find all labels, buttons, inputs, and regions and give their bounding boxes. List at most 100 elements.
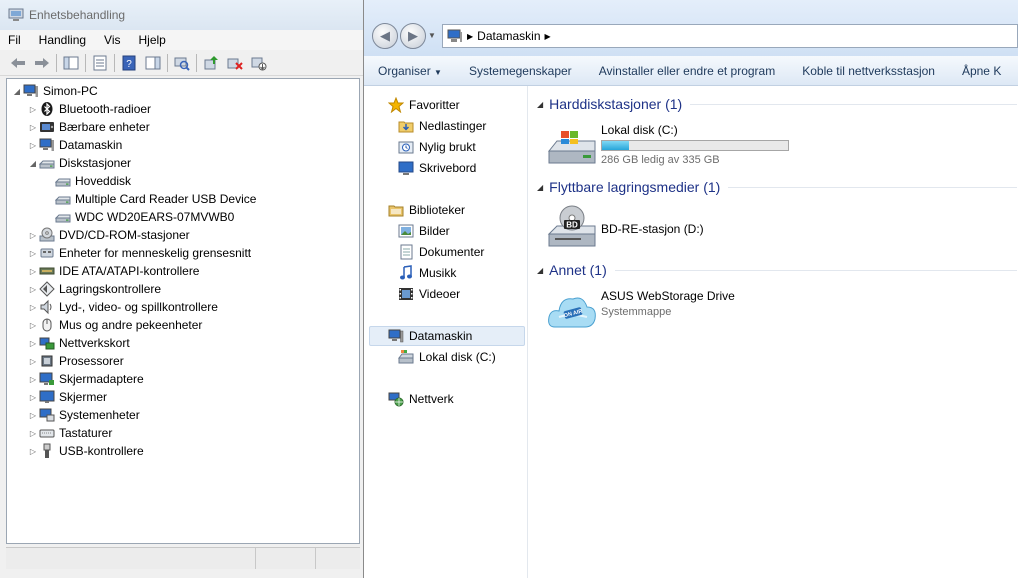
collapsed-arrow-icon[interactable]: ▷	[27, 267, 39, 276]
open-control-panel-button[interactable]: Åpne K	[962, 64, 1001, 78]
tree-category[interactable]: ▷ Lagringskontrollere	[7, 280, 359, 298]
disable-device-button[interactable]	[249, 53, 269, 73]
breadcrumb-separator-icon[interactable]: ▶	[467, 32, 473, 41]
nav-music[interactable]: Musikk	[398, 263, 456, 283]
system-properties-button[interactable]: Systemegenskaper	[469, 64, 572, 78]
drive-item-asus-webstorage[interactable]: ON AIR ASUS WebStorage Drive Systemmappe	[547, 287, 735, 335]
collapsed-arrow-icon[interactable]: ▷	[27, 303, 39, 312]
menu-view[interactable]: Vis	[104, 33, 120, 47]
nav-downloads[interactable]: Nedlastinger	[398, 116, 486, 136]
forward-arrow-icon: ▶	[408, 28, 418, 43]
expanded-arrow-icon[interactable]: ◢	[27, 159, 39, 168]
tree-category[interactable]: ▷ Skjermer	[7, 388, 359, 406]
tree-label: Datamaskin	[59, 138, 123, 152]
uninstall-device-button[interactable]	[225, 53, 245, 73]
address-area: ◀ ▶ ▼ ▶ Datamaskin ▶	[364, 0, 1018, 56]
collapsed-arrow-icon[interactable]: ▷	[27, 447, 39, 456]
tree-category[interactable]: ▷ Skjermadaptere	[7, 370, 359, 388]
network-globe-icon	[388, 391, 404, 407]
drive-item-bd-re[interactable]: BD BD-RE-stasjon (D:)	[547, 204, 704, 252]
organize-label: Organiser	[378, 63, 431, 78]
breadcrumb-computer[interactable]: Datamaskin	[477, 29, 540, 43]
nav-libraries[interactable]: Biblioteker	[388, 200, 465, 220]
nav-documents[interactable]: Dokumenter	[398, 242, 484, 262]
tree-device[interactable]: Multiple Card Reader USB Device	[7, 190, 359, 208]
collapsed-arrow-icon[interactable]: ▷	[27, 429, 39, 438]
properties-icon	[93, 55, 107, 70]
group-collapse-icon: ◢	[537, 99, 544, 109]
tree-device[interactable]: WDC WD20EARS-07MVWB0	[7, 208, 359, 226]
recent-pages-dropdown-icon[interactable]: ▼	[428, 31, 436, 40]
collapsed-arrow-icon[interactable]: ▷	[27, 321, 39, 330]
tree-root[interactable]: ◢ Simon-PC	[7, 82, 359, 100]
breadcrumb-separator-icon[interactable]: ▶	[545, 32, 551, 41]
update-driver-button[interactable]	[201, 53, 221, 73]
back-arrow-icon	[11, 57, 25, 68]
tree-category[interactable]: ▷ Lyd-, video- og spillkontrollere	[7, 298, 359, 316]
nav-local-disk[interactable]: Lokal disk (C:)	[398, 347, 496, 367]
tree-label: Systemenheter	[59, 408, 140, 422]
forward-button[interactable]	[32, 53, 52, 73]
collapsed-arrow-icon[interactable]: ▷	[27, 411, 39, 420]
collapsed-arrow-icon[interactable]: ▷	[27, 123, 39, 132]
help-button[interactable]: ?	[119, 53, 139, 73]
system-device-icon	[39, 407, 55, 423]
organize-button[interactable]: Organiser ▼	[378, 64, 442, 78]
collapsed-arrow-icon[interactable]: ▷	[27, 393, 39, 402]
tree-category[interactable]: ▷ Bærbare enheter	[7, 118, 359, 136]
map-network-drive-button[interactable]: Koble til nettverksstasjon	[802, 64, 935, 78]
documents-icon	[398, 244, 414, 260]
content-pane: ◢ Harddiskstasjoner (1) Lokal disk (C:) …	[529, 86, 1018, 578]
group-header-removable[interactable]: ◢ Flyttbare lagringsmedier (1)	[537, 179, 1017, 195]
device-tree[interactable]: ◢ Simon-PC ▷ Bluetooth-radioer ▷ Bærbare enhe…	[6, 78, 360, 544]
nav-network[interactable]: Nettverk	[388, 389, 454, 409]
nav-pictures[interactable]: Bilder	[398, 221, 450, 241]
back-button[interactable]	[8, 53, 28, 73]
menu-file[interactable]: Fil	[8, 33, 21, 47]
expanded-arrow-icon[interactable]: ◢	[11, 87, 23, 96]
nav-computer[interactable]: Datamaskin	[388, 326, 472, 346]
collapsed-arrow-icon[interactable]: ▷	[27, 285, 39, 294]
tree-device[interactable]: Hoveddisk	[7, 172, 359, 190]
tree-category[interactable]: ▷ Mus og andre pekeenheter	[7, 316, 359, 334]
tree-category[interactable]: ▷ Bluetooth-radioer	[7, 100, 359, 118]
nav-videos[interactable]: Videoer	[398, 284, 460, 304]
tree-category[interactable]: ▷ USB-kontrollere	[7, 442, 359, 460]
tree-category[interactable]: ▷ Systemenheter	[7, 406, 359, 424]
nav-recent[interactable]: Nylig brukt	[398, 137, 476, 157]
collapsed-arrow-icon[interactable]: ▷	[27, 141, 39, 150]
tree-category[interactable]: ▷ DVD/CD-ROM-stasjoner	[7, 226, 359, 244]
tree-category[interactable]: ▷ Prosessorer	[7, 352, 359, 370]
action-pane-button[interactable]	[143, 53, 163, 73]
nav-favorites[interactable]: Favoritter	[388, 95, 460, 115]
tree-label: Tastaturer	[59, 426, 113, 440]
tree-category[interactable]: ▷ IDE ATA/ATAPI-kontrollere	[7, 262, 359, 280]
collapsed-arrow-icon[interactable]: ▷	[27, 105, 39, 114]
show-hide-tree-button[interactable]	[61, 53, 81, 73]
properties-button[interactable]	[90, 53, 110, 73]
collapsed-arrow-icon[interactable]: ▷	[27, 339, 39, 348]
menu-action[interactable]: Handling	[39, 33, 86, 47]
collapsed-arrow-icon[interactable]: ▷	[27, 231, 39, 240]
tree-category[interactable]: ▷ Nettverkskort	[7, 334, 359, 352]
tree-category[interactable]: ▷ Enheter for menneskelig grensesnitt	[7, 244, 359, 262]
explorer-back-button[interactable]: ◀	[372, 23, 398, 49]
collapsed-arrow-icon[interactable]: ▷	[27, 357, 39, 366]
scan-hardware-button[interactable]	[172, 53, 192, 73]
nav-label: Dokumenter	[419, 245, 485, 259]
address-bar[interactable]: ▶ Datamaskin ▶	[442, 24, 1018, 48]
menu-help[interactable]: Hjelp	[139, 33, 166, 47]
uninstall-program-button[interactable]: Avinstaller eller endre et program	[599, 64, 776, 78]
collapsed-arrow-icon[interactable]: ▷	[27, 375, 39, 384]
group-header-other[interactable]: ◢ Annet (1)	[537, 262, 1017, 278]
group-title: Annet (1)	[549, 262, 607, 278]
explorer-forward-button[interactable]: ▶	[400, 23, 426, 49]
group-header-hard-disks[interactable]: ◢ Harddiskstasjoner (1)	[537, 96, 1017, 112]
drive-item-local-disk[interactable]: Lokal disk (C:) 286 GB ledig av 335 GB	[547, 121, 789, 169]
tree-category[interactable]: ▷ Datamaskin	[7, 136, 359, 154]
collapsed-arrow-icon[interactable]: ▷	[27, 249, 39, 258]
tree-category[interactable]: ◢ Diskstasjoner	[7, 154, 359, 172]
nav-desktop[interactable]: Skrivebord	[398, 158, 476, 178]
toolbar-separator	[85, 53, 86, 72]
tree-category[interactable]: ▷ Tastaturer	[7, 424, 359, 442]
